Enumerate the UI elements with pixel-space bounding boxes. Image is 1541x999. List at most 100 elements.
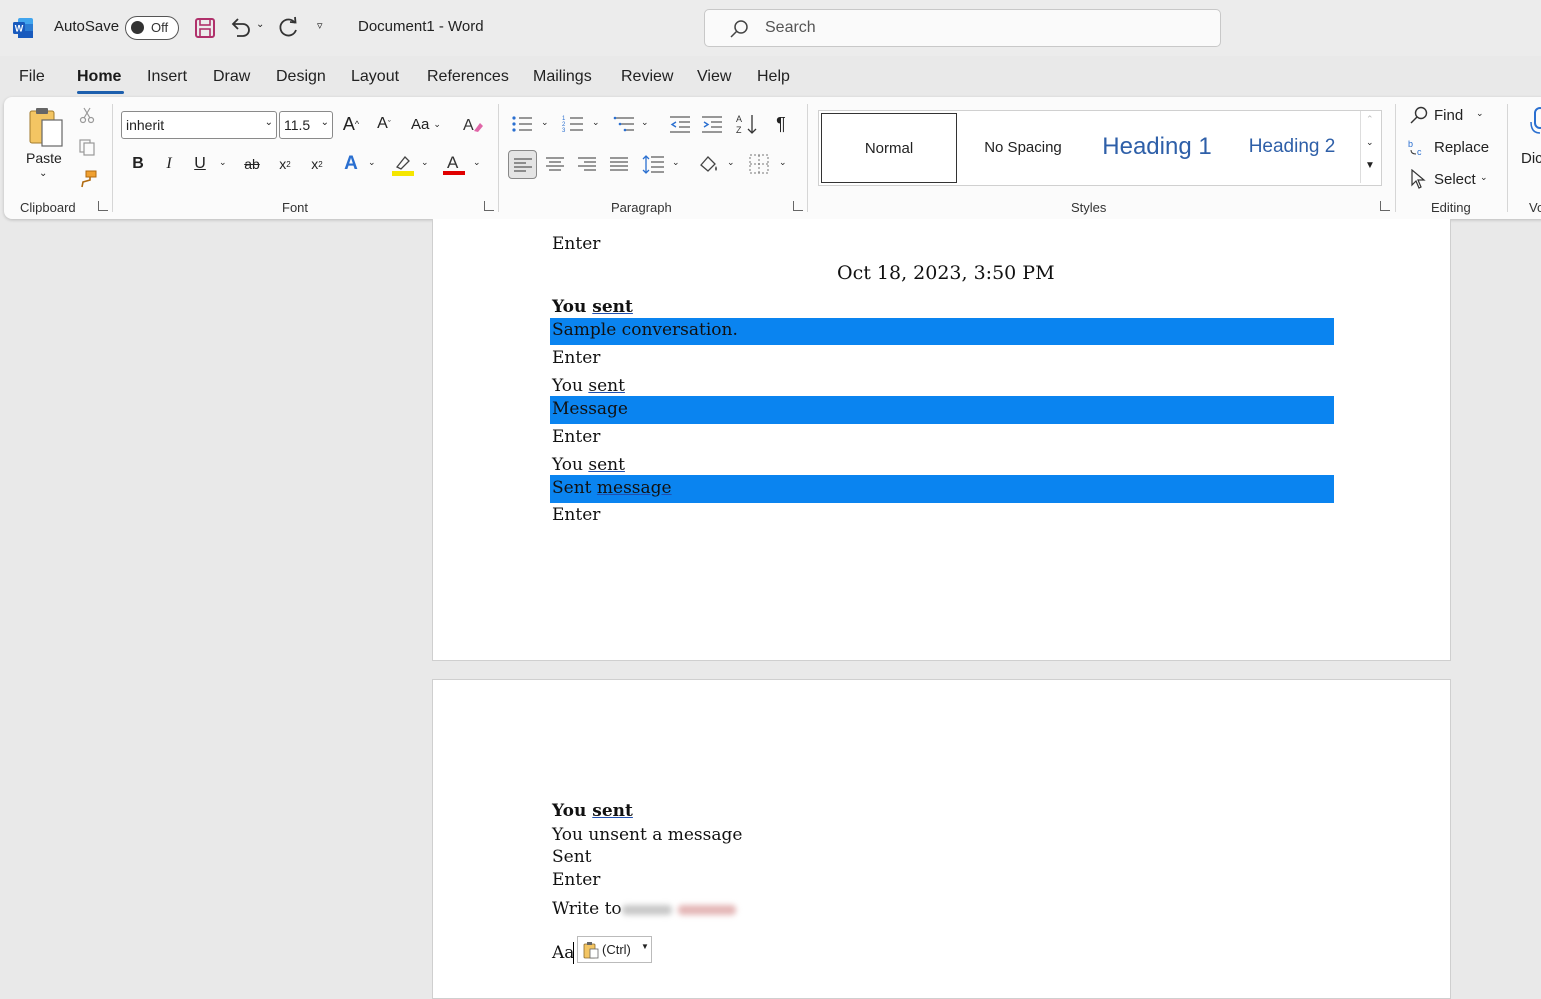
underline-dropdown-icon[interactable]: ⌄ bbox=[219, 157, 227, 168]
align-center-icon[interactable] bbox=[546, 156, 564, 172]
line-spacing-icon[interactable] bbox=[642, 154, 664, 174]
svg-text:b: b bbox=[1408, 139, 1413, 149]
doc-cursor-text: Aa bbox=[552, 943, 575, 963]
find-button[interactable]: Find ⌄ bbox=[1410, 104, 1490, 126]
italic-button[interactable]: I bbox=[158, 153, 180, 175]
sort-icon[interactable]: AZ bbox=[735, 112, 759, 136]
tab-review[interactable]: Review bbox=[621, 68, 673, 86]
style-no-spacing-label: No Spacing bbox=[984, 138, 1062, 156]
undo-dropdown-icon[interactable]: ⌄ bbox=[256, 19, 264, 30]
doc-text-enter: Enter bbox=[552, 234, 601, 254]
tab-view[interactable]: View bbox=[697, 68, 731, 86]
clipboard-launcher-icon[interactable] bbox=[98, 201, 108, 211]
font-launcher-icon[interactable] bbox=[484, 201, 494, 211]
tab-mailings[interactable]: Mailings bbox=[533, 68, 592, 86]
shrink-font-button[interactable]: Aˇ bbox=[373, 113, 395, 135]
highlight-color-icon[interactable] bbox=[391, 153, 415, 177]
numbering-dropdown-icon[interactable]: ⌄ bbox=[592, 117, 600, 128]
search-placeholder: Search bbox=[765, 19, 816, 36]
font-color-dropdown-icon[interactable]: ⌄ bbox=[473, 157, 481, 168]
redo-icon[interactable] bbox=[276, 16, 300, 40]
clear-formatting-icon[interactable]: A bbox=[462, 113, 484, 135]
align-left-button[interactable] bbox=[508, 150, 537, 179]
customize-qat-icon[interactable]: ▿ bbox=[317, 19, 323, 32]
change-case-label: Aa bbox=[411, 115, 430, 133]
copy-icon[interactable] bbox=[78, 138, 96, 156]
superscript-button[interactable]: x2 bbox=[306, 153, 328, 175]
justify-icon[interactable] bbox=[610, 156, 628, 172]
style-no-spacing[interactable]: No Spacing bbox=[959, 111, 1087, 183]
autosave-state: Off bbox=[151, 20, 169, 35]
doc-text-enter: Enter bbox=[552, 505, 601, 525]
tab-help[interactable]: Help bbox=[757, 68, 790, 86]
underline-button[interactable]: U bbox=[189, 153, 211, 175]
doc-sender-label: You sent bbox=[552, 297, 633, 317]
tab-draw[interactable]: Draw bbox=[213, 68, 250, 86]
text-effects-button[interactable]: A bbox=[339, 152, 363, 176]
numbering-icon[interactable]: 123 bbox=[562, 114, 584, 134]
tab-file[interactable]: File bbox=[19, 68, 45, 86]
borders-icon[interactable] bbox=[749, 154, 771, 174]
doc-message: Message bbox=[552, 399, 628, 419]
style-heading-2[interactable]: Heading 2 bbox=[1227, 111, 1357, 183]
microphone-icon[interactable] bbox=[1528, 106, 1541, 138]
text-effects-dropdown-icon[interactable]: ⌄ bbox=[368, 157, 376, 168]
undo-icon[interactable] bbox=[228, 16, 252, 38]
increase-indent-icon[interactable] bbox=[701, 114, 723, 134]
cut-icon[interactable] bbox=[78, 106, 96, 124]
line-spacing-dropdown-icon[interactable]: ⌄ bbox=[672, 157, 680, 168]
autosave-label: AutoSave bbox=[54, 18, 120, 35]
style-heading-1[interactable]: Heading 1 bbox=[1089, 111, 1225, 183]
tab-references[interactable]: References bbox=[427, 68, 509, 86]
decrease-indent-icon[interactable] bbox=[669, 114, 691, 134]
styles-scroll-down-icon[interactable]: ⌄ bbox=[1366, 137, 1374, 148]
subscript-button[interactable]: x2 bbox=[274, 153, 296, 175]
dictate-label[interactable]: Dic bbox=[1521, 150, 1541, 167]
format-painter-icon[interactable] bbox=[78, 169, 98, 189]
paragraph-launcher-icon[interactable] bbox=[793, 201, 803, 211]
tab-home[interactable]: Home bbox=[77, 68, 121, 86]
cursor-select-icon bbox=[1411, 169, 1426, 189]
doc-sender-you: You bbox=[552, 801, 587, 821]
tab-design[interactable]: Design bbox=[276, 68, 326, 86]
strikethrough-button[interactable]: ab bbox=[241, 153, 263, 175]
replace-button[interactable]: bc Replace bbox=[1408, 136, 1492, 158]
borders-dropdown-icon[interactable]: ⌄ bbox=[779, 157, 787, 168]
font-size-combo[interactable]: 11.5 ⌄ bbox=[279, 111, 333, 139]
styles-more-icon[interactable]: ▼ bbox=[1365, 160, 1375, 171]
styles-gallery: Normal No Spacing Heading 1 Heading 2 bbox=[818, 110, 1382, 186]
font-group-label: Font bbox=[282, 200, 309, 215]
grow-font-button[interactable]: A ^ bbox=[340, 113, 362, 135]
multilevel-list-icon[interactable] bbox=[613, 114, 635, 134]
show-formatting-marks-button[interactable]: ¶ bbox=[770, 113, 792, 135]
bullets-dropdown-icon[interactable]: ⌄ bbox=[541, 117, 549, 128]
save-icon[interactable] bbox=[194, 17, 216, 39]
group-separator bbox=[498, 104, 499, 212]
paste-options-button[interactable]: (Ctrl) ▼ bbox=[577, 936, 652, 963]
search-box[interactable]: Search bbox=[704, 9, 1221, 47]
align-right-icon[interactable] bbox=[578, 156, 596, 172]
style-normal[interactable]: Normal bbox=[821, 113, 957, 183]
tab-insert[interactable]: Insert bbox=[147, 68, 187, 86]
bold-button[interactable]: B bbox=[127, 153, 149, 175]
bullets-icon[interactable] bbox=[511, 114, 533, 134]
styles-scroll-up-icon[interactable]: ⌃ bbox=[1366, 114, 1374, 125]
font-color-icon[interactable]: A bbox=[442, 152, 466, 176]
doc-unsent-notice: You unsent a message bbox=[552, 825, 743, 845]
doc-sent-status: Sent bbox=[552, 847, 592, 867]
tab-layout[interactable]: Layout bbox=[351, 68, 399, 86]
paste-button[interactable]: Paste ⌄ bbox=[22, 104, 66, 186]
doc-sender-sent: sent bbox=[588, 376, 625, 396]
multilevel-dropdown-icon[interactable]: ⌄ bbox=[641, 117, 649, 128]
paste-options-label: (Ctrl) bbox=[602, 942, 631, 957]
shading-dropdown-icon[interactable]: ⌄ bbox=[727, 157, 735, 168]
font-name-combo[interactable]: inherit ⌄ bbox=[121, 111, 277, 139]
styles-launcher-icon[interactable] bbox=[1380, 201, 1390, 211]
highlight-dropdown-icon[interactable]: ⌄ bbox=[421, 157, 429, 168]
change-case-button[interactable]: Aa ⌄ bbox=[405, 113, 447, 135]
shading-icon[interactable] bbox=[697, 153, 721, 175]
paste-dropdown-icon: ⌄ bbox=[39, 168, 48, 179]
select-button[interactable]: Select ⌄ bbox=[1410, 168, 1494, 190]
doc-sender-label: You sent bbox=[552, 376, 625, 396]
autosave-toggle[interactable]: Off bbox=[125, 16, 179, 40]
